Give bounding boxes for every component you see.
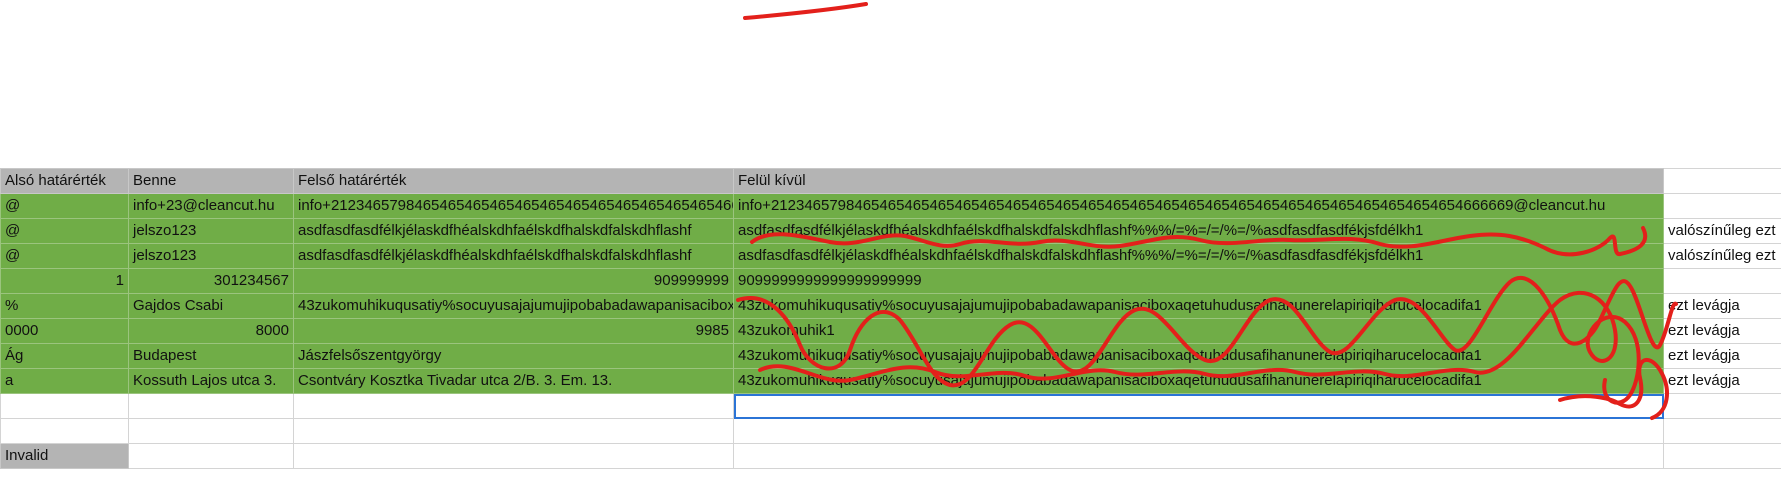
cell-within[interactable]: info+23@cleancut.hu	[128, 193, 294, 219]
cell-above-outside[interactable]: 43zukomuhikuqusatiy%socuyusajajumujipoba…	[733, 293, 1664, 319]
cell-upper-limit[interactable]: Jászfelsőszentgyörgy	[293, 343, 734, 369]
cell-upper-limit[interactable]: asdfasdfasdfélkjélaskdfhéalskdhfaélskdfh…	[293, 243, 734, 269]
cell-note[interactable]: valószínűleg ezt	[1663, 243, 1781, 269]
pen-stroke-top	[743, 2, 868, 20]
empty-cell[interactable]	[1663, 418, 1781, 444]
cell-above-outside[interactable]: info+21234657984654654654654654654654654…	[733, 193, 1664, 219]
cell-note[interactable]: ezt levágja	[1663, 343, 1781, 369]
cell-lower-limit[interactable]: 0000	[0, 318, 129, 344]
cell-within[interactable]: Gajdos Csabi	[128, 293, 294, 319]
table-row: @ jelszo123 asdfasdfasdfélkjélaskdfhéalskd…	[0, 218, 1781, 244]
invalid-row: Invalid	[0, 443, 1781, 469]
empty-cell[interactable]	[293, 443, 734, 469]
header-cell-upper-limit[interactable]: Felső határérték	[293, 168, 734, 194]
cell-upper-limit[interactable]: asdfasdfasdfélkjélaskdfhéalskdhfaélskdfh…	[293, 218, 734, 244]
cell-lower-limit[interactable]: %	[0, 293, 129, 319]
table-row: @ jelszo123 asdfasdfasdfélkjélaskdfhéalskd…	[0, 243, 1781, 269]
empty-cell[interactable]	[128, 418, 294, 444]
empty-cell[interactable]	[733, 443, 1664, 469]
cell-above-outside[interactable]: asdfasdfasdfélkjélaskdfhéalskdhfaélskdfh…	[733, 218, 1664, 244]
cell-above-outside[interactable]: 43zukomuhikuqusatiy%socuyusajajumujipoba…	[733, 343, 1664, 369]
cell-lower-limit[interactable]: 1	[0, 268, 129, 294]
cell-upper-limit[interactable]: 43zukomuhikuqusatiy%socuyusajajumujipoba…	[293, 293, 734, 319]
header-cell-above-outside[interactable]: Felül kívül	[733, 168, 1664, 194]
cell-upper-limit[interactable]: Csontváry Kosztka Tivadar utca 2/B. 3. E…	[293, 368, 734, 394]
table-row: % Gajdos Csabi 43zukomuhikuqusatiy%socuyus…	[0, 293, 1781, 319]
table-row: @ info+23@cleancut.hu info+212346579846546…	[0, 193, 1781, 219]
cell-above-outside[interactable]: 43zukomuhikuqusatiy%socuyusajajumujipoba…	[733, 368, 1664, 394]
cell-above-outside[interactable]: 43zukomuhik1	[733, 318, 1664, 344]
table-row: Ág Budapest Jászfelsőszentgyörgy 43zukomuhi…	[0, 343, 1781, 369]
empty-cell[interactable]	[128, 443, 294, 469]
cell-lower-limit[interactable]: @	[0, 218, 129, 244]
table-row: 0000 8000 9985 43zukomuhik1 ezt levágja	[0, 318, 1781, 344]
cell-note[interactable]	[1663, 193, 1781, 219]
empty-cell[interactable]	[1663, 393, 1781, 419]
table-row: 1 301234567 909999999 909999999999999999999…	[0, 268, 1781, 294]
cell-lower-limit[interactable]: Ág	[0, 343, 129, 369]
empty-cell[interactable]	[128, 393, 294, 419]
empty-cell[interactable]	[1663, 443, 1781, 469]
cell-note[interactable]	[1663, 268, 1781, 294]
selected-cell[interactable]	[733, 393, 1664, 419]
cell-above-outside[interactable]: asdfasdfasdfélkjélaskdfhéalskdhfaélskdfh…	[733, 243, 1664, 269]
cell-upper-limit[interactable]: 909999999	[293, 268, 734, 294]
empty-cell[interactable]	[293, 418, 734, 444]
empty-row	[0, 418, 1781, 444]
header-cell-lower-limit[interactable]: Alsó határérték	[0, 168, 129, 194]
empty-cell[interactable]	[1663, 168, 1781, 194]
cell-within[interactable]: Kossuth Lajos utca 3.	[128, 368, 294, 394]
header-cell-within[interactable]: Benne	[128, 168, 294, 194]
cell-within[interactable]: 8000	[128, 318, 294, 344]
cell-lower-limit[interactable]: @	[0, 193, 129, 219]
cell-above-outside[interactable]: 9099999999999999999999	[733, 268, 1664, 294]
cell-within[interactable]: Budapest	[128, 343, 294, 369]
empty-cell[interactable]	[733, 418, 1664, 444]
cell-note[interactable]: valószínűleg ezt	[1663, 218, 1781, 244]
cell-note[interactable]: ezt levágja	[1663, 318, 1781, 344]
empty-cell[interactable]	[0, 393, 129, 419]
cell-upper-limit[interactable]: info+21234657984654654654654654654654654…	[293, 193, 734, 219]
cell-note[interactable]: ezt levágja	[1663, 293, 1781, 319]
empty-cell[interactable]	[293, 393, 734, 419]
cell-note[interactable]: ezt levágja	[1663, 368, 1781, 394]
table-row: a Kossuth Lajos utca 3. Csontváry Kosztka …	[0, 368, 1781, 394]
cell-lower-limit[interactable]: @	[0, 243, 129, 269]
invalid-label-cell[interactable]: Invalid	[0, 443, 129, 469]
empty-cell[interactable]	[0, 418, 129, 444]
cell-within[interactable]: jelszo123	[128, 218, 294, 244]
spreadsheet-grid: Alsó határérték Benne Felső határérték F…	[0, 168, 1781, 469]
cell-lower-limit[interactable]: a	[0, 368, 129, 394]
header-row: Alsó határérték Benne Felső határérték F…	[0, 168, 1781, 194]
empty-row	[0, 393, 1781, 419]
cell-within[interactable]: 301234567	[128, 268, 294, 294]
cell-upper-limit[interactable]: 9985	[293, 318, 734, 344]
cell-within[interactable]: jelszo123	[128, 243, 294, 269]
